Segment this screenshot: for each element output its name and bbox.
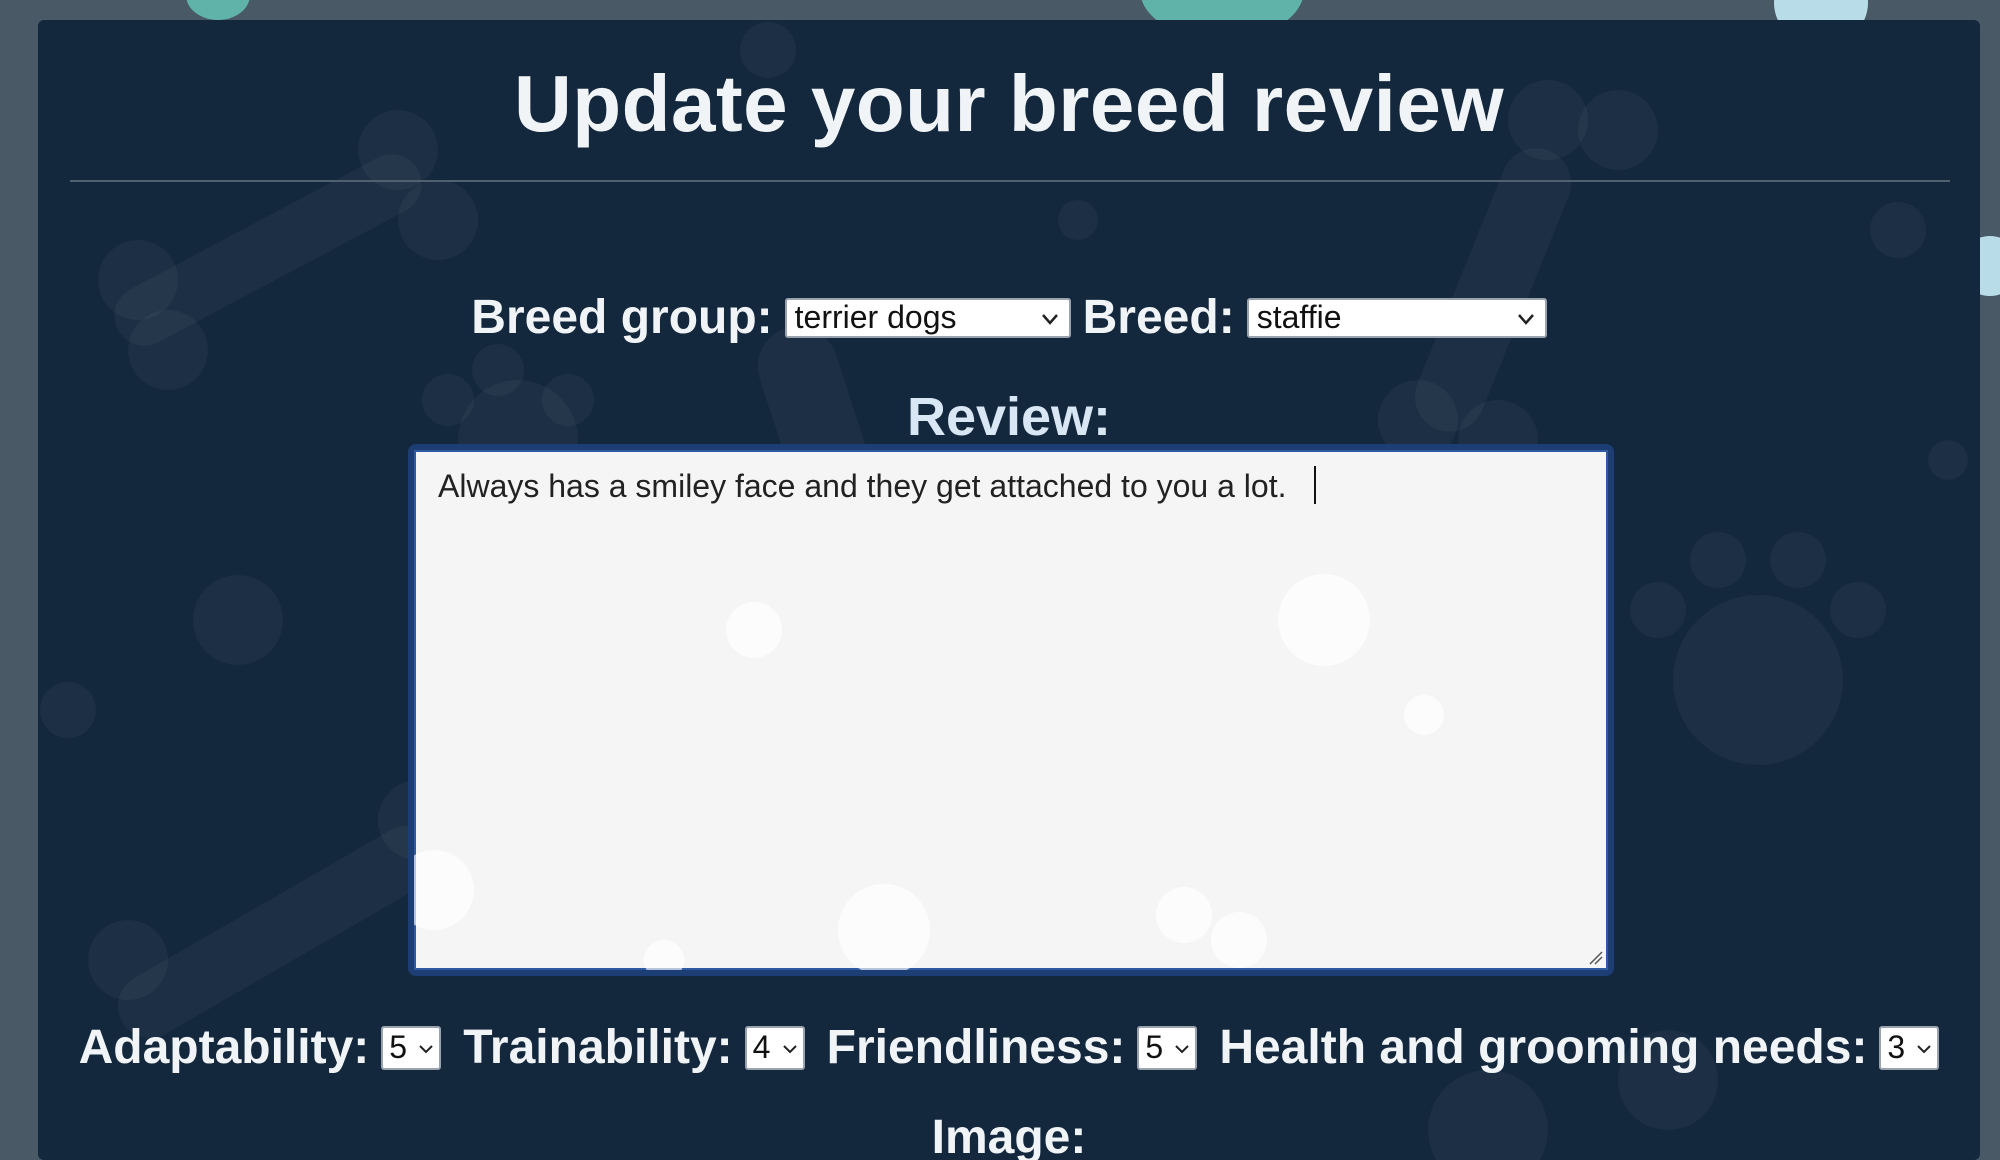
trainability-label: Trainability: (463, 1021, 733, 1074)
ratings-row: Adaptability: 5 Trainability: 4 Friendli… (38, 1020, 1980, 1075)
adaptability-select[interactable]: 5 (381, 1025, 442, 1070)
breed-select[interactable]: staffie (1246, 297, 1547, 338)
trainability-value: 4 (752, 1029, 771, 1065)
title-divider (70, 180, 1950, 182)
review-text: Always has a smiley face and they get at… (438, 468, 1287, 504)
breed-selection-row: Breed group: terrier dogs Breed: staffie (38, 290, 1980, 345)
friendliness-label: Friendliness: (826, 1021, 1126, 1074)
page-title: Update your breed review (513, 59, 1505, 148)
breed-group-selected-value: terrier dogs (794, 299, 957, 335)
breed-label: Breed: (1082, 291, 1235, 344)
breed-selected-value: staffie (1256, 299, 1342, 335)
review-form-card: Update your breed review Breed group: te… (38, 20, 1980, 1160)
textarea-bubble-decoration (414, 574, 1444, 970)
breed-group-label: Breed group: (471, 291, 773, 344)
adaptability-value: 5 (389, 1029, 408, 1065)
health-grooming-select[interactable]: 3 (1879, 1025, 1940, 1070)
adaptability-label: Adaptability: (78, 1021, 370, 1074)
text-cursor (1314, 466, 1316, 504)
health-grooming-label: Health and grooming needs: (1219, 1021, 1868, 1074)
health-grooming-value: 3 (1887, 1029, 1906, 1065)
chevron-down-icon (1175, 1044, 1190, 1053)
chevron-down-icon (782, 1044, 797, 1053)
image-label: Image: (931, 1111, 1087, 1160)
review-label: Review: (906, 387, 1112, 447)
chevron-down-icon (419, 1044, 433, 1053)
review-textarea[interactable]: Always has a smiley face and they get at… (408, 444, 1614, 976)
chevron-down-icon (1517, 313, 1534, 325)
chevron-down-icon (1917, 1044, 1932, 1053)
chevron-down-icon (1041, 313, 1058, 325)
friendliness-select[interactable]: 5 (1137, 1025, 1198, 1070)
resize-grip-icon[interactable] (1586, 948, 1604, 966)
friendliness-value: 5 (1145, 1029, 1164, 1065)
trainability-select[interactable]: 4 (744, 1025, 805, 1070)
decor-teal-circle-left (186, 0, 250, 20)
breed-group-select[interactable]: terrier dogs (784, 297, 1071, 338)
